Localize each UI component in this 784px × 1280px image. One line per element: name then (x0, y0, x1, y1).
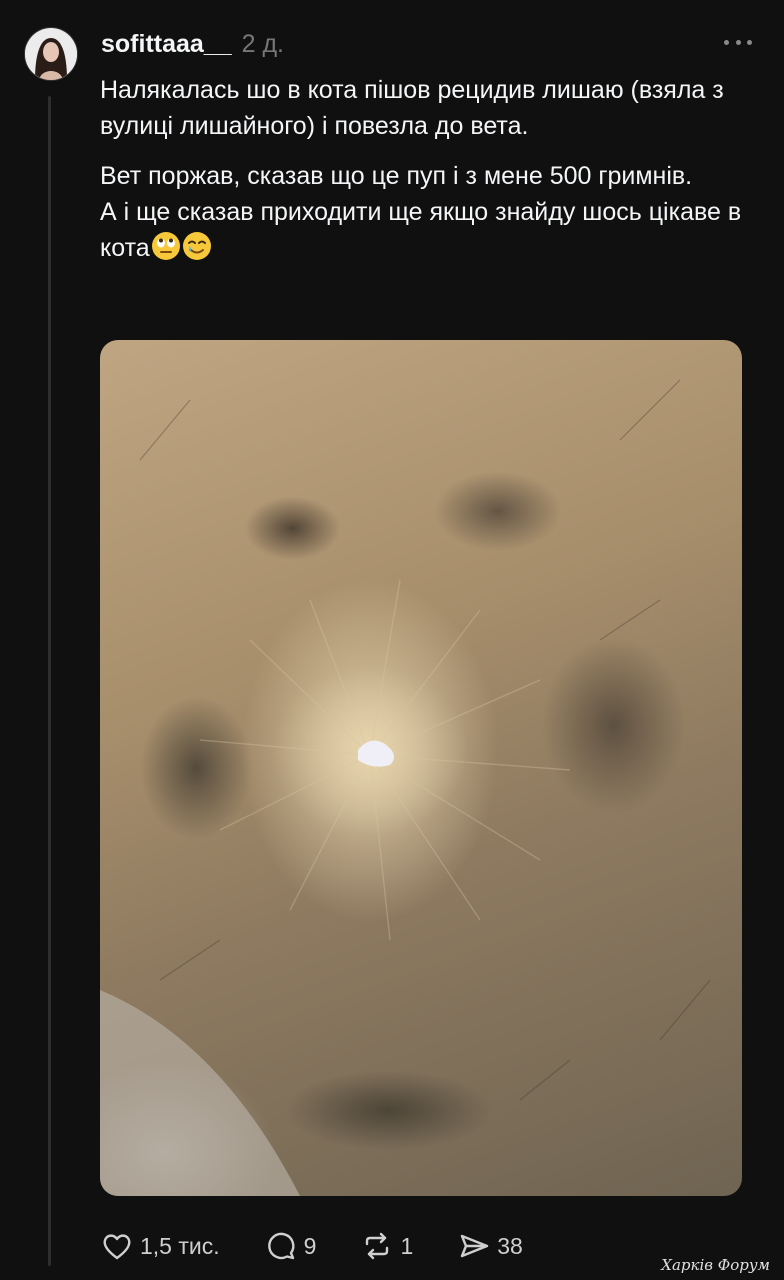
comment-icon (267, 1232, 295, 1260)
username[interactable]: sofittaaa__ (101, 30, 232, 59)
heart-icon (103, 1234, 131, 1260)
post-actions: 1,5 тис. 9 1 38 (100, 1226, 567, 1266)
threads-post-screen: sofittaaa__ 2 д. Налякалась шо в кота пі… (0, 0, 784, 1280)
watermark: Харків Форум (661, 1256, 770, 1274)
repost-button[interactable]: 1 (360, 1229, 413, 1263)
post-header: sofittaaa__ 2 д. (101, 28, 284, 60)
face-with-rolling-eyes-emoji (151, 232, 180, 260)
fur-texture (100, 340, 742, 1196)
post-text: Налякалась шо в кота пішов рецидив лишаю… (100, 72, 760, 266)
share-count: 38 (497, 1232, 523, 1259)
reply-count: 9 (303, 1232, 317, 1259)
repost-count: 1 (400, 1232, 414, 1259)
post-line-2: Вет поржав, сказав що це пуп і з мене 50… (100, 162, 693, 190)
more-options-button[interactable] (724, 30, 752, 54)
thread-line (48, 96, 51, 1266)
avatar[interactable] (24, 27, 78, 81)
like-count: 1,5 тис. (140, 1232, 220, 1259)
cat-fur-photo[interactable] (100, 340, 742, 1196)
dot-icon (724, 39, 729, 45)
post-time: 2 д. (241, 29, 285, 58)
repost-icon (366, 1232, 389, 1260)
post-paragraph-2: Вет поржав, сказав що це пуп і з мене 50… (100, 158, 760, 266)
send-icon (461, 1234, 489, 1258)
share-button[interactable]: 38 (457, 1229, 523, 1263)
dot-icon (747, 39, 752, 45)
dot-icon (735, 39, 741, 45)
smiling-face-with-tear-emoji (182, 232, 211, 260)
avatar-image (25, 28, 77, 80)
like-button[interactable]: 1,5 тис. (100, 1229, 220, 1263)
reply-button[interactable]: 9 (264, 1229, 317, 1263)
post-paragraph-1: Налякалась шо в кота пішов рецидив лишаю… (100, 76, 724, 140)
